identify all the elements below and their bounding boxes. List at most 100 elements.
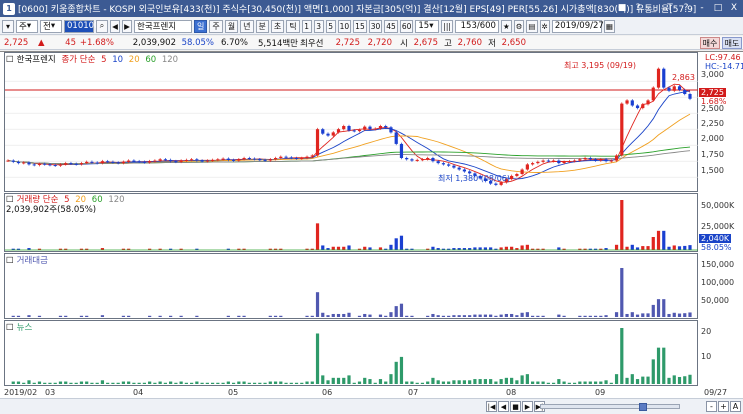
open-label: 시 bbox=[400, 38, 408, 49]
ma60-legend: 60 bbox=[145, 55, 157, 65]
buy-button[interactable]: 매수 bbox=[700, 37, 720, 49]
window-controls: ■ ? _ T ? - □ X bbox=[615, 1, 741, 15]
period-month-button[interactable]: 월 bbox=[224, 19, 239, 33]
zoom-controls: - + A bbox=[706, 401, 741, 412]
high-label: 고 bbox=[444, 38, 452, 49]
interval-30-button[interactable]: 30 bbox=[368, 19, 383, 33]
window-title: [0600] 키움종합차트 - KOSPI 외국인보유[433(천)] 주식수[… bbox=[18, 5, 697, 15]
legend-checkbox-icon[interactable]: ☐ bbox=[6, 55, 14, 65]
up-arrow-icon: ▲ bbox=[38, 37, 45, 48]
low-label: 저 bbox=[488, 38, 496, 49]
y-tick-price: 3,000 bbox=[701, 70, 724, 79]
font-icon[interactable]: T bbox=[663, 1, 677, 15]
slider-thumb[interactable] bbox=[639, 403, 647, 411]
auto-scale-icon[interactable]: A bbox=[730, 401, 741, 412]
date-field[interactable]: 2019/09/27 bbox=[551, 19, 604, 33]
volume-value: 2,039,902 bbox=[132, 37, 176, 48]
y-tick-amount: 100,000 bbox=[701, 278, 735, 287]
info-icon[interactable]: ? bbox=[679, 1, 693, 15]
zoom-out-icon[interactable]: - bbox=[706, 401, 717, 412]
zoom-in-icon[interactable]: + bbox=[718, 401, 729, 412]
interval-3-button[interactable]: 3 bbox=[313, 19, 324, 33]
trade-amount: 5,514백만 bbox=[258, 38, 298, 49]
amount-legend: ☐ 거래대금 bbox=[6, 254, 51, 266]
price-panel[interactable] bbox=[4, 52, 698, 192]
x-tick: 03 bbox=[45, 388, 56, 397]
interval-60-button[interactable]: 60 bbox=[399, 19, 414, 33]
range-select-label: 전 bbox=[43, 22, 51, 32]
minimize-button[interactable]: - bbox=[695, 1, 709, 15]
next-stock-icon[interactable]: ▶ bbox=[122, 19, 132, 33]
bookmark-icon[interactable]: ★ bbox=[500, 19, 512, 33]
period-minute-button[interactable]: 분 bbox=[255, 19, 269, 33]
y-tick-price: 1,750 bbox=[701, 150, 724, 159]
data-count-max: /600 bbox=[476, 21, 496, 31]
y-tick-volume: 50,000K bbox=[701, 201, 735, 210]
lc-value: LC:97.46 bbox=[705, 53, 741, 62]
help-icon[interactable]: ? bbox=[631, 1, 645, 15]
scroll-stop-icon[interactable]: ■ bbox=[510, 401, 521, 412]
ma5-legend: 5 bbox=[101, 55, 107, 65]
news-panel[interactable] bbox=[4, 320, 698, 386]
data-count-value: 153 bbox=[460, 21, 477, 31]
interval-15-button[interactable]: 15 bbox=[353, 19, 367, 33]
scroll-next-icon[interactable]: ▶ bbox=[522, 401, 533, 412]
x-tick: 09 bbox=[595, 388, 606, 397]
amount-panel[interactable] bbox=[4, 253, 698, 319]
range-select[interactable]: 전 ▾ bbox=[40, 19, 62, 33]
config-icon[interactable]: ⚙ bbox=[513, 19, 525, 33]
right-value-label: 2,863 bbox=[672, 73, 695, 82]
interval-45-button[interactable]: 45 bbox=[384, 19, 398, 33]
vol-ma120-legend: 120 bbox=[108, 195, 125, 205]
y-tick-price: 2,250 bbox=[701, 119, 724, 128]
maximize-button[interactable]: □ bbox=[711, 1, 725, 15]
search-icon[interactable]: ⌕ bbox=[96, 19, 108, 33]
x-tick-last: 09/27 bbox=[704, 388, 728, 397]
dock-icon[interactable]: _ bbox=[647, 1, 661, 15]
period-second-button[interactable]: 초 bbox=[270, 19, 285, 33]
volume-current-marker: 2,040K bbox=[699, 234, 732, 243]
period-tick-button[interactable]: 틱 bbox=[286, 19, 300, 33]
bottom-bar: |◀ ◀ ■ ▶ ▶| - + A bbox=[0, 398, 743, 414]
bid-price: 2,720 bbox=[367, 37, 392, 48]
prev-stock-icon[interactable]: ◀ bbox=[110, 19, 120, 33]
data-count-field[interactable]: 153/600 bbox=[454, 19, 499, 33]
y-tick-volume: 25,000K bbox=[701, 222, 735, 231]
period-day-button[interactable]: 일 bbox=[194, 19, 208, 33]
low-annotation: 최저 1,380 (08/06) bbox=[438, 174, 511, 183]
x-tick: 07 bbox=[408, 388, 419, 397]
stock-code-input[interactable]: 010100 bbox=[64, 19, 99, 33]
market-select[interactable]: 주 ▾ bbox=[16, 19, 38, 33]
scroll-prev-icon[interactable]: ◀ bbox=[498, 401, 509, 412]
ma10-legend: 10 bbox=[112, 55, 124, 65]
time-scroll-slider[interactable] bbox=[540, 403, 680, 411]
low-price: 2,650 bbox=[501, 37, 526, 48]
period-year-button[interactable]: 년 bbox=[240, 19, 254, 33]
high-annotation: 최고 3,195 (09/19) bbox=[564, 61, 637, 70]
ma20-legend: 20 bbox=[128, 55, 140, 65]
bar-style-icon[interactable]: ||| bbox=[441, 19, 453, 33]
period-week-button[interactable]: 주 bbox=[209, 19, 223, 33]
scroll-first-icon[interactable]: |◀ bbox=[486, 401, 497, 412]
menu-toggle-button[interactable]: ▾ bbox=[2, 19, 14, 33]
interval-select[interactable]: 15 ▾ bbox=[415, 19, 440, 33]
pin-icon[interactable]: ■ bbox=[615, 1, 629, 15]
sell-button[interactable]: 매도 bbox=[722, 37, 742, 49]
calendar-icon[interactable]: ▦ bbox=[603, 19, 615, 33]
y-tick-news: 20 bbox=[701, 327, 712, 336]
ma120-legend: 120 bbox=[161, 55, 179, 65]
x-tick: 05 bbox=[228, 388, 239, 397]
interval-5-button[interactable]: 5 bbox=[325, 19, 336, 33]
legend-checkbox-icon[interactable]: ☐ bbox=[6, 323, 14, 333]
settings-icon[interactable]: ✲ bbox=[539, 19, 550, 33]
turnover-ratio: 6.70% bbox=[220, 37, 248, 48]
current-price: 2,725 bbox=[4, 37, 29, 48]
legend-checkbox-icon[interactable]: ☐ bbox=[6, 256, 14, 266]
interval-10-button[interactable]: 10 bbox=[337, 19, 352, 33]
news-legend: ☐ 뉴스 bbox=[6, 321, 35, 333]
save-icon[interactable]: ▤ bbox=[526, 19, 538, 33]
close-button[interactable]: X bbox=[727, 1, 741, 15]
interval-1-button[interactable]: 1 bbox=[301, 19, 312, 33]
price-change: 45 bbox=[65, 37, 76, 48]
company-name-field: 한국프렌지 bbox=[134, 19, 192, 33]
